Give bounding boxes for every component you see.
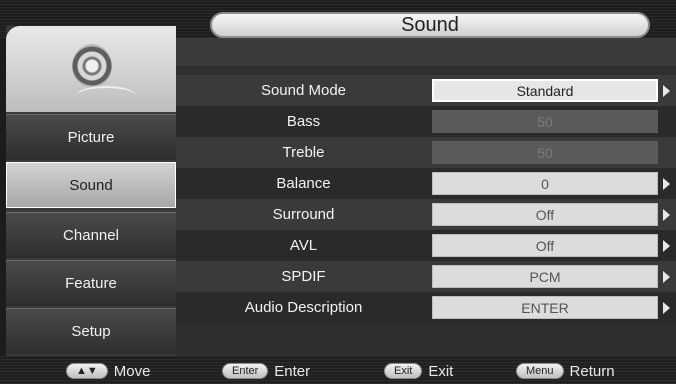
setting-row-sound-mode[interactable]: Sound Mode Standard xyxy=(176,75,676,106)
setting-label: Balance xyxy=(276,175,331,192)
exit-key-icon: Exit xyxy=(384,363,423,379)
setting-row-audio-description[interactable]: Audio Description ENTER xyxy=(176,292,676,323)
chevron-right-icon[interactable] xyxy=(663,178,670,190)
hint-enter: Enter Enter xyxy=(222,360,310,382)
setting-value[interactable]: Off xyxy=(432,234,658,257)
sidebar-item-label: Sound xyxy=(69,176,113,194)
setting-row-avl[interactable]: AVL Off xyxy=(176,230,676,261)
hint-label: Return xyxy=(569,362,615,380)
setting-label: Surround xyxy=(272,206,335,223)
setting-row-spdif[interactable]: SPDIF PCM xyxy=(176,261,676,292)
sidebar-item-picture[interactable]: Picture xyxy=(6,114,176,160)
hint-label: Move xyxy=(113,362,151,380)
chevron-right-icon[interactable] xyxy=(663,302,670,314)
sidebar-item-sound[interactable]: Sound xyxy=(6,162,176,208)
sidebar-item-setup[interactable]: Setup xyxy=(6,308,176,354)
logo-area xyxy=(6,26,176,112)
enter-key-icon: Enter xyxy=(222,363,269,379)
sidebar-item-channel[interactable]: Channel xyxy=(6,212,176,258)
logo-sheen xyxy=(76,86,136,106)
sidebar-item-label: Feature xyxy=(65,275,117,292)
settings-panel: Sound Mode Standard Bass 50 Treble 50 Ba… xyxy=(176,38,676,356)
chevron-right-icon[interactable] xyxy=(663,85,670,97)
sidebar-item-feature[interactable]: Feature xyxy=(6,260,176,306)
setting-row-bass[interactable]: Bass 50 xyxy=(176,106,676,137)
chevron-right-icon[interactable] xyxy=(663,209,670,221)
chevron-right-icon[interactable] xyxy=(663,240,670,252)
menu-key-icon: Menu xyxy=(516,363,564,379)
page-title: Sound xyxy=(210,12,650,38)
setting-value[interactable]: Off xyxy=(432,203,658,226)
hint-return: Menu Return xyxy=(516,360,615,382)
setting-label: SPDIF xyxy=(281,268,326,285)
speaker-icon xyxy=(72,44,112,88)
setting-row-treble[interactable]: Treble 50 xyxy=(176,137,676,168)
setting-label: Audio Description xyxy=(244,299,363,316)
setting-label: Treble xyxy=(282,144,325,161)
hint-exit: Exit Exit xyxy=(384,360,453,382)
panel-header-strip xyxy=(176,38,676,66)
sidebar-item-label: Setup xyxy=(71,323,111,340)
setting-value[interactable]: ENTER xyxy=(432,296,658,319)
setting-value[interactable]: PCM xyxy=(432,265,658,288)
setting-label: AVL xyxy=(289,237,318,254)
move-key-icon: ▲▼ xyxy=(66,363,108,379)
setting-label: Bass xyxy=(286,113,321,130)
footer-hints: ▲▼ Move Enter Enter Exit Exit Menu Retur… xyxy=(0,356,676,384)
setting-label: Sound Mode xyxy=(260,82,347,99)
setting-value: 50 xyxy=(432,110,658,133)
tv-menu-screen: Sound Picture Sound Channel Feature Setu… xyxy=(0,0,676,384)
chevron-right-icon[interactable] xyxy=(663,271,670,283)
setting-value[interactable]: Standard xyxy=(432,79,658,102)
setting-row-surround[interactable]: Surround Off xyxy=(176,199,676,230)
hint-move: ▲▼ Move xyxy=(66,360,150,382)
sidebar: Picture Sound Channel Feature Setup xyxy=(6,26,176,356)
setting-value[interactable]: 0 xyxy=(432,172,658,195)
hint-label: Exit xyxy=(428,362,454,380)
setting-value: 50 xyxy=(432,141,658,164)
setting-row-balance[interactable]: Balance 0 xyxy=(176,168,676,199)
hint-label: Enter xyxy=(274,362,311,380)
sidebar-item-label: Channel xyxy=(63,227,119,244)
sidebar-item-label: Picture xyxy=(67,129,115,146)
